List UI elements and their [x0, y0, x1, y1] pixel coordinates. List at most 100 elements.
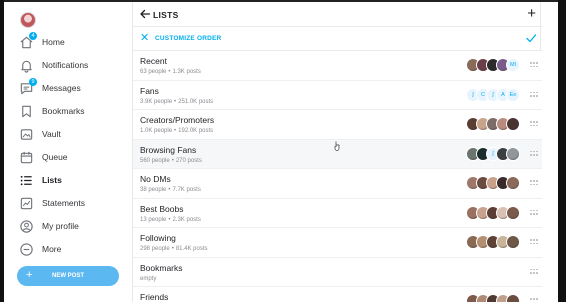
avatar: Ee	[506, 87, 520, 102]
drag-handle-icon[interactable]	[530, 150, 538, 157]
list-item[interactable]: Following 298 people • 81.4K posts	[133, 228, 542, 258]
avatar: MI	[506, 58, 520, 72]
sidebar-item-bookmarks[interactable]: Bookmarks	[4, 102, 132, 122]
list-name: Fans	[140, 85, 159, 96]
list-meta: 13 people • 2.3K posts	[140, 217, 201, 223]
list-name: Browsing Fans	[140, 144, 197, 155]
list-item[interactable]: No DMs 38 people • 7.7K posts	[133, 169, 542, 199]
separator-dot: •	[168, 216, 171, 223]
drag-handle-icon[interactable]	[530, 62, 538, 68]
list-name: Best Boobs	[140, 203, 184, 214]
drag-handle-icon[interactable]	[530, 180, 538, 186]
back-arrow-icon[interactable]	[139, 8, 151, 20]
avatar	[506, 294, 520, 302]
people-count: 38 people	[140, 187, 167, 193]
list-meta: empty	[140, 276, 156, 282]
sidebar-item-messages[interactable]: 9 Messages	[4, 78, 132, 99]
list-name: Following	[140, 233, 176, 243]
sidebar-item-label: Lists	[42, 175, 62, 185]
people-count: empty	[140, 275, 157, 282]
list-item[interactable]: Bookmarks empty	[133, 257, 542, 287]
list-meta: 560 people • 270 posts	[140, 158, 202, 164]
avatar-stack	[466, 294, 520, 302]
list-item[interactable]: Recent 63 people • 1.3K posts MI	[133, 51, 542, 81]
mouse-cursor-icon	[334, 141, 340, 151]
sidebar-item-queue[interactable]: Queue	[4, 148, 132, 168]
customize-order-label: CUSTOMIZE ORDER	[155, 35, 222, 42]
calendar-icon	[20, 151, 33, 164]
people-count: 63 people	[140, 69, 167, 75]
drag-handle-icon[interactable]	[530, 121, 538, 127]
sidebar-item-label: Statements	[42, 198, 85, 208]
sidebar-item-label: Home	[42, 37, 65, 47]
sidebar-item-statements[interactable]: Statements	[4, 194, 132, 214]
avatar	[506, 235, 520, 249]
list-icon	[20, 175, 32, 186]
sidebar-item-more[interactable]: More	[4, 240, 132, 260]
list-name: Recent	[140, 56, 167, 66]
list-meta: 63 people • 1.3K posts	[140, 69, 201, 75]
avatar-stack	[466, 176, 520, 190]
sidebar-item-my-profile[interactable]: My profile	[4, 217, 132, 237]
list-item[interactable]: Fans 3.9K people • 251.0K posts Ee Aʃ Cʃ	[133, 80, 542, 110]
separator-dot: •	[174, 128, 177, 134]
separator-dot: •	[171, 157, 174, 164]
list-meta: 3.9K people • 251.0K posts	[140, 99, 213, 105]
new-post-button[interactable]: + NEW POST	[17, 266, 119, 286]
posts-count: 251.0K posts	[178, 98, 214, 105]
profile-avatar[interactable]	[20, 12, 36, 28]
avatar	[506, 205, 520, 220]
people-count: 3.9K people	[140, 98, 173, 105]
list-name: Creators/Promoters	[140, 115, 215, 125]
sidebar-item-vault[interactable]: Vault	[4, 125, 132, 145]
add-list-icon[interactable]: +	[527, 6, 536, 21]
people-count: 560 people	[140, 157, 170, 164]
more-icon	[20, 243, 33, 256]
posts-count: 2.3K posts	[172, 216, 201, 223]
bell-icon	[21, 60, 32, 73]
list-item[interactable]: Best Boobs 13 people • 2.3K posts	[133, 198, 542, 228]
sidebar-item-label: More	[42, 244, 62, 254]
posts-count: 270 posts	[175, 157, 202, 164]
lists-panel: LISTS + ✕ CUSTOMIZE ORDER Recent 63 peopl…	[132, 2, 542, 302]
list-name: No DMs	[140, 174, 171, 184]
drag-handle-icon[interactable]	[530, 298, 538, 302]
list-meta: 1.0K people • 192.0K posts	[140, 128, 213, 134]
sidebar-item-label: My profile	[42, 221, 79, 231]
check-icon[interactable]	[525, 32, 537, 44]
drag-handle-icon[interactable]	[530, 91, 538, 98]
sidebar: 4 Home Notifications 9 Messages Bookmark…	[4, 2, 132, 302]
posts-count: 1.3K posts	[172, 69, 201, 75]
profile-icon	[20, 220, 33, 233]
sidebar-item-notifications[interactable]: Notifications	[4, 56, 132, 76]
avatar-stack	[466, 205, 520, 220]
sidebar-item-label: Vault	[42, 129, 61, 139]
drag-handle-icon[interactable]	[530, 268, 538, 275]
close-icon[interactable]: ✕	[140, 32, 149, 44]
new-post-label: NEW POST	[51, 273, 84, 279]
people-count: 298 people	[140, 246, 170, 252]
avatar	[506, 176, 520, 190]
avatar-stack: ʃ	[466, 146, 520, 161]
vault-icon	[20, 129, 33, 140]
lists-header: LISTS +	[133, 2, 542, 27]
sidebar-item-lists[interactable]: Lists	[4, 171, 132, 191]
home-badge: 4	[29, 32, 37, 40]
plus-icon: +	[26, 269, 33, 281]
posts-count: 192.0K posts	[178, 128, 214, 134]
sidebar-item-home[interactable]: 4 Home	[4, 32, 132, 53]
avatar-stack	[466, 117, 520, 131]
list-name: Friends	[140, 292, 169, 302]
drag-handle-icon[interactable]	[530, 209, 538, 216]
bookmark-icon	[22, 105, 31, 118]
list-item[interactable]: Friends	[133, 287, 542, 302]
list-item[interactable]: Creators/Promoters 1.0K people • 192.0K pos…	[133, 110, 542, 140]
sidebar-item-label: Notifications	[42, 60, 89, 70]
avatar-stack: MI	[466, 58, 520, 72]
drag-handle-icon[interactable]	[530, 239, 538, 245]
list-meta: 298 people • 81.4K posts	[140, 246, 208, 252]
separator-dot: •	[174, 98, 177, 105]
posts-count: 7.7K posts	[172, 187, 201, 193]
posts-count: 81.4K posts	[175, 246, 208, 252]
people-count: 1.0K people	[140, 128, 173, 134]
